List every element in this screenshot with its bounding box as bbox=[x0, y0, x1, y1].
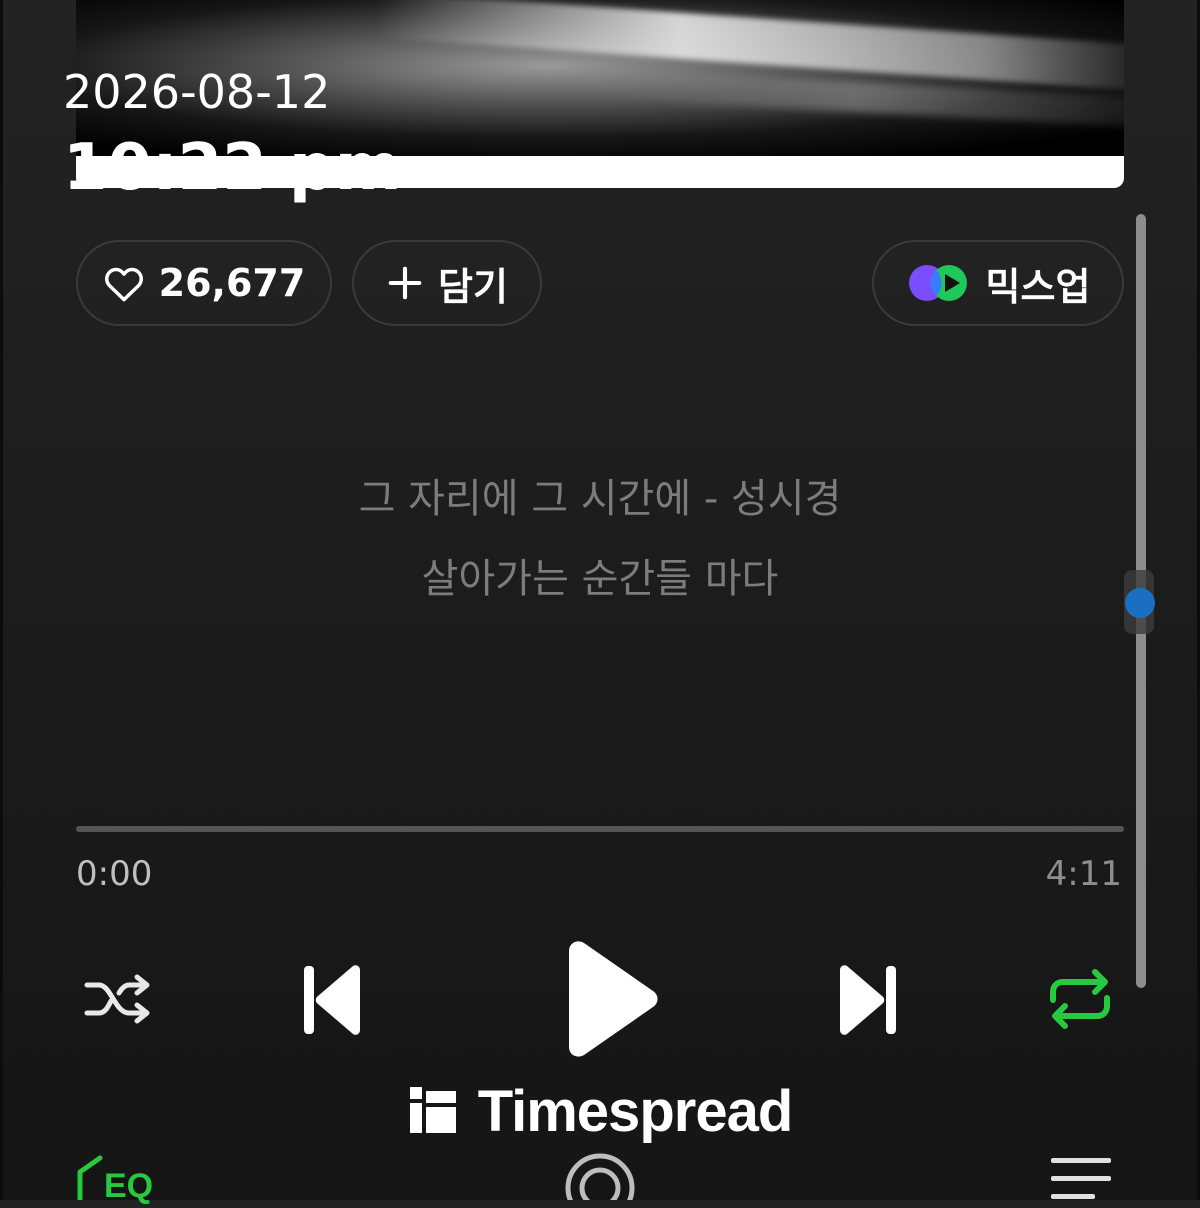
equalizer-button[interactable]: EQ bbox=[74, 1150, 170, 1205]
next-button[interactable] bbox=[830, 962, 906, 1042]
equalizer-icon: EQ bbox=[74, 1150, 153, 1205]
lyrics-line-current[interactable]: 살아가는 순간들 마다 bbox=[0, 546, 1200, 604]
shuffle-icon bbox=[81, 969, 155, 1033]
playlist-button[interactable] bbox=[1048, 1152, 1114, 1200]
total-time: 4:11 bbox=[1045, 854, 1122, 894]
heart-outline-icon bbox=[103, 263, 145, 303]
mixup-logo-icon bbox=[906, 262, 972, 304]
lyrics-line-title[interactable]: 그 자리에 그 시간에 - 성시경 bbox=[0, 466, 1200, 524]
repeat-button[interactable] bbox=[1040, 964, 1120, 1038]
timestamp-time: 10:22 pm bbox=[63, 131, 402, 205]
progress-bar[interactable] bbox=[76, 826, 1124, 832]
shuffle-button[interactable] bbox=[78, 966, 158, 1036]
play-button[interactable] bbox=[552, 936, 666, 1066]
repeat-icon bbox=[1043, 964, 1117, 1038]
previous-button[interactable] bbox=[294, 962, 370, 1042]
skip-previous-icon bbox=[298, 962, 366, 1042]
timestamp-date: 2026-08-12 bbox=[63, 65, 331, 119]
skip-next-icon bbox=[834, 962, 902, 1042]
timespread-logo-icon bbox=[408, 1085, 458, 1139]
lyrics-mic-button[interactable] bbox=[560, 1148, 640, 1208]
current-time: 0:00 bbox=[76, 854, 153, 894]
playlist-icon bbox=[1049, 1152, 1113, 1204]
scrollbar-thumb[interactable] bbox=[1125, 588, 1155, 618]
play-icon bbox=[557, 937, 661, 1065]
like-button[interactable]: 26,677 bbox=[76, 240, 332, 326]
add-label: 담기 bbox=[438, 264, 508, 309]
add-to-playlist-button[interactable]: 담기 bbox=[352, 240, 542, 326]
mixup-button[interactable]: 믹스업 bbox=[872, 240, 1124, 326]
lyrics-mic-icon bbox=[563, 1148, 637, 1208]
like-count: 26,677 bbox=[158, 261, 306, 305]
watermark-text: Timespread bbox=[477, 1079, 794, 1144]
watermark: Timespread bbox=[0, 1078, 1200, 1145]
mixup-label: 믹스업 bbox=[985, 264, 1091, 309]
plus-icon bbox=[386, 264, 424, 302]
eq-label: EQ bbox=[104, 1167, 154, 1205]
